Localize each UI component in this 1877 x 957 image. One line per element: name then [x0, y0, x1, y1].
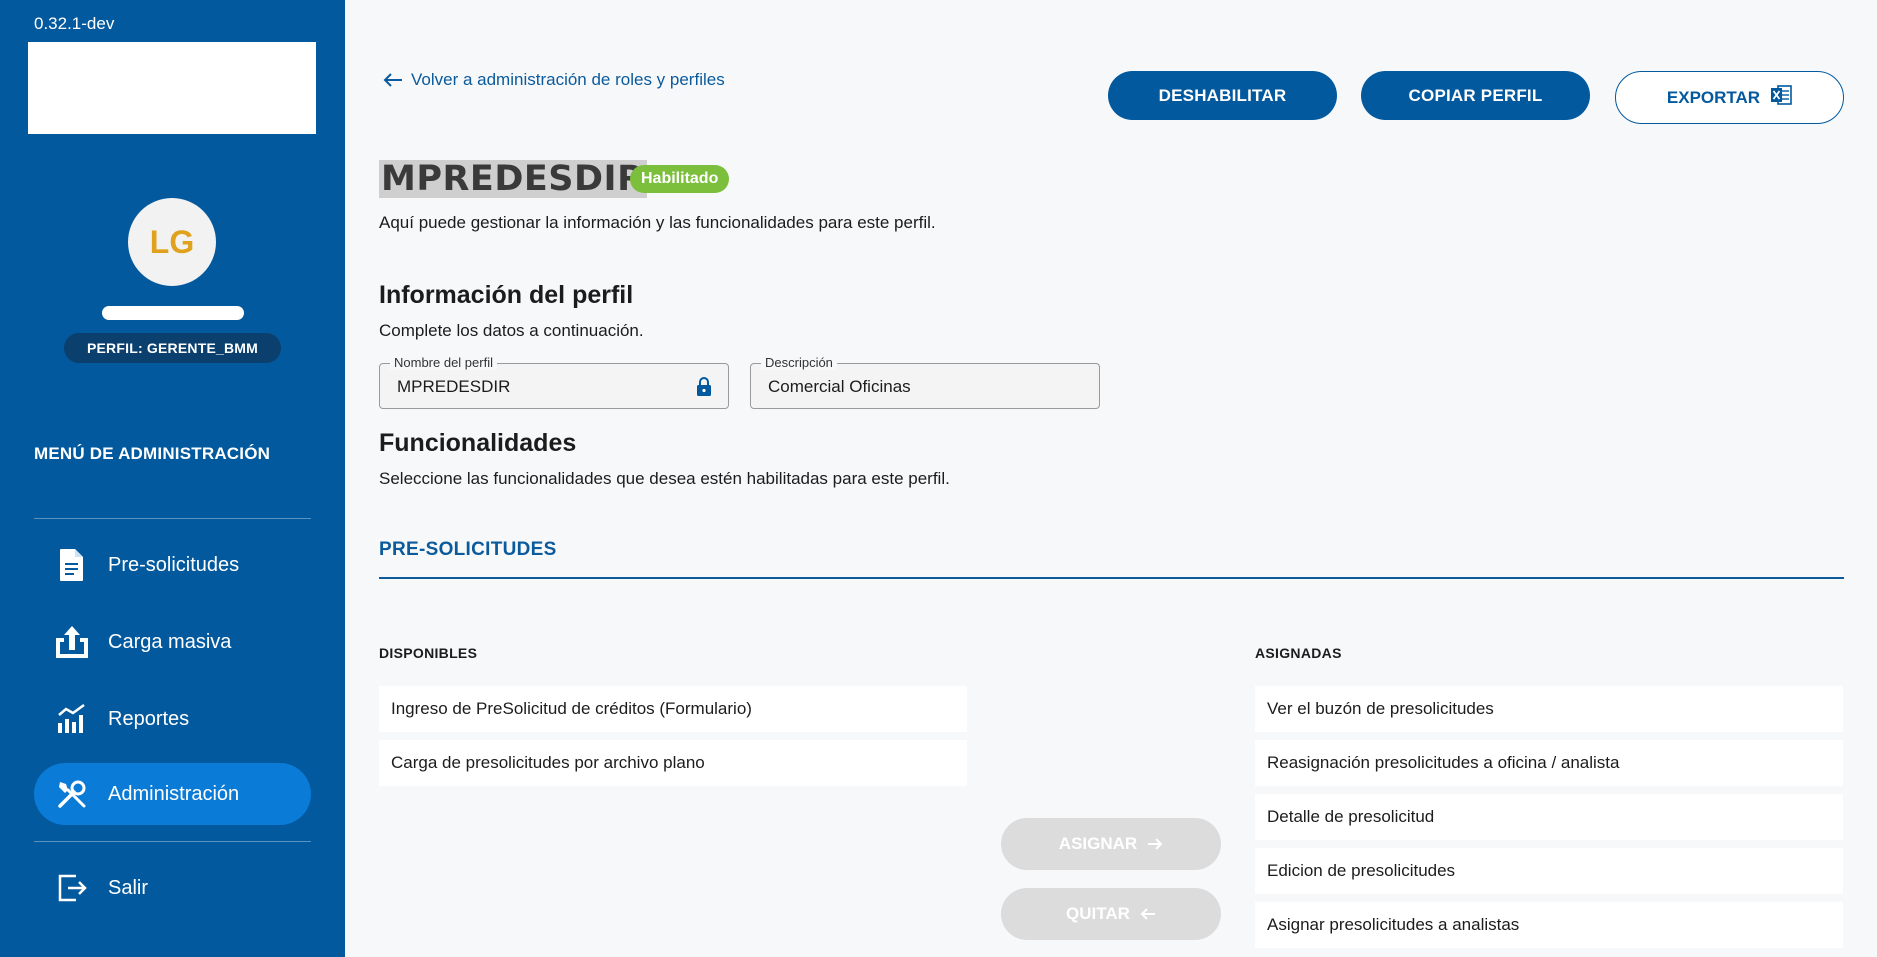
assigned-header: ASIGNADAS — [1255, 645, 1342, 661]
excel-icon — [1770, 84, 1792, 111]
assigned-item[interactable]: Edicion de presolicitudes — [1255, 848, 1843, 894]
avatar: LG — [128, 198, 216, 286]
sidebar-item-pre-solicitudes[interactable]: Pre-solicitudes — [34, 534, 311, 596]
chart-icon — [52, 699, 92, 739]
profile-badge: PERFIL: GERENTE_BMM — [64, 333, 281, 363]
func-section-title: Funcionalidades — [379, 429, 577, 457]
available-item[interactable]: Carga de presolicitudes por archivo plan… — [379, 740, 967, 786]
sidebar-item-salir[interactable]: Salir — [34, 857, 311, 919]
assigned-item[interactable]: Asignar presolicitudes a analistas — [1255, 902, 1843, 948]
status-badge: Habilitado — [630, 165, 730, 193]
logo — [28, 42, 316, 134]
logout-icon — [52, 868, 92, 908]
copy-profile-button[interactable]: COPIAR PERFIL — [1361, 71, 1590, 120]
export-button[interactable]: EXPORTAR — [1615, 71, 1844, 124]
menu-title: MENÚ DE ADMINISTRACIÓN — [34, 444, 271, 463]
profile-name-label: Nombre del perfil — [390, 355, 497, 370]
sidebar-item-label: Pre-solicitudes — [108, 553, 240, 576]
tab-pre-solicitudes[interactable]: PRE-SOLICITUDES — [379, 539, 557, 561]
arrow-right-icon — [1148, 838, 1163, 850]
back-link-label: Volver a administración de roles y perfi… — [411, 70, 725, 89]
export-button-label: EXPORTAR — [1666, 87, 1761, 107]
tools-icon — [52, 774, 92, 814]
user-name-redacted — [102, 306, 244, 320]
assign-button-label: ASIGNAR — [1058, 834, 1138, 853]
sidebar-item-label: Carga masiva — [108, 630, 232, 653]
back-link[interactable]: Volver a administración de roles y perfi… — [383, 70, 725, 90]
menu-divider — [34, 518, 311, 519]
sidebar-item-label: Reportes — [108, 707, 190, 730]
menu-divider — [34, 841, 311, 842]
profile-name-field: Nombre del perfil MPREDESDIR — [379, 355, 729, 409]
profile-title: MPREDESDIR — [379, 159, 647, 199]
description-field[interactable]: Descripción Comercial Oficinas — [750, 355, 1100, 409]
assigned-item[interactable]: Detalle de presolicitud — [1255, 794, 1843, 840]
document-icon — [52, 545, 92, 585]
info-section-subtitle: Complete los datos a continuación. — [379, 321, 644, 340]
upload-icon — [52, 622, 92, 662]
sidebar-item-administracion[interactable]: Administración — [34, 763, 311, 825]
page-description: Aquí puede gestionar la información y la… — [379, 213, 936, 232]
info-section-title: Información del perfil — [379, 281, 634, 309]
app-version: 0.32.1-dev — [34, 14, 115, 33]
arrow-left-icon — [383, 73, 402, 87]
description-value: Comercial Oficinas — [768, 377, 911, 396]
func-section-subtitle: Seleccione las funcionalidades que desea… — [379, 469, 950, 488]
description-label: Descripción — [761, 355, 837, 370]
remove-button[interactable]: QUITAR — [1001, 888, 1221, 940]
sidebar-item-carga-masiva[interactable]: Carga masiva — [34, 611, 311, 673]
assign-button[interactable]: ASIGNAR — [1001, 818, 1221, 870]
available-item[interactable]: Ingreso de PreSolicitud de créditos (For… — [379, 686, 967, 732]
tab-underline — [379, 577, 1844, 579]
sidebar-item-label: Salir — [108, 876, 149, 899]
remove-button-label: QUITAR — [1066, 904, 1130, 923]
assigned-item[interactable]: Reasignación presolicitudes a oficina / … — [1255, 740, 1843, 786]
profile-name-value: MPREDESDIR — [397, 377, 511, 396]
sidebar: 0.32.1-dev LG PERFIL: GERENTE_BMM MENÚ D… — [0, 0, 345, 957]
disable-button[interactable]: DESHABILITAR — [1108, 71, 1337, 120]
sidebar-item-label: Administración — [108, 782, 240, 805]
available-header: DISPONIBLES — [379, 645, 478, 661]
arrow-left-icon — [1140, 908, 1155, 920]
lock-icon — [696, 377, 712, 402]
sidebar-item-reportes[interactable]: Reportes — [34, 688, 311, 750]
assigned-item[interactable]: Ver el buzón de presolicitudes — [1255, 686, 1843, 732]
